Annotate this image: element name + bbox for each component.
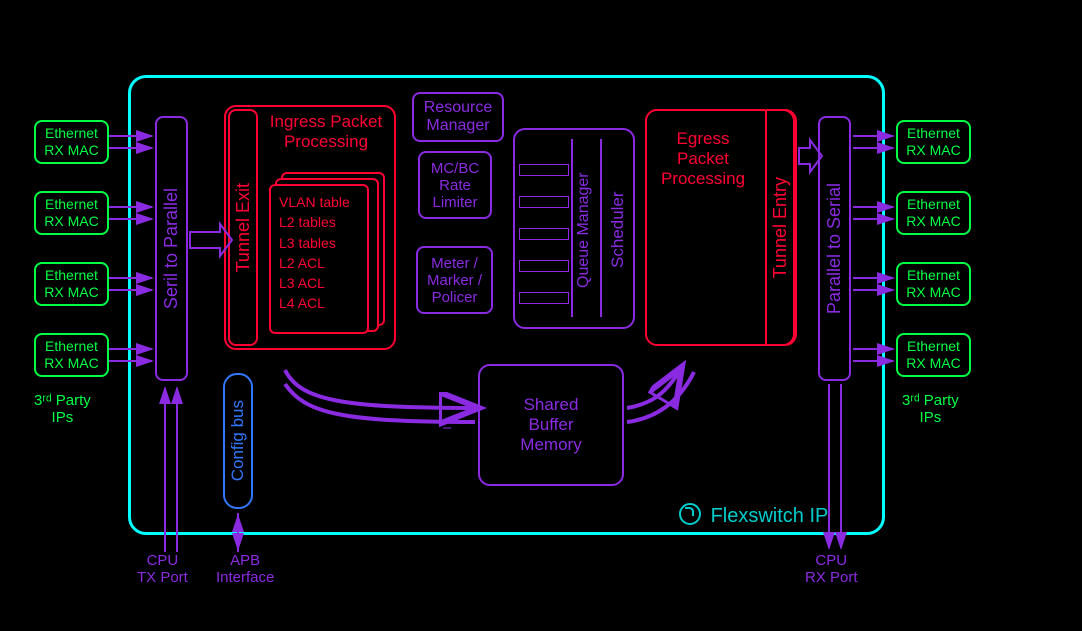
- ethernet-rx-mac-left-3: EthernetRX MAC: [34, 262, 109, 306]
- ingress-item: VLAN table: [279, 194, 350, 210]
- ethernet-rx-mac-left-2: EthernetRX MAC: [34, 191, 109, 235]
- queue-manager-label: Queue Manager: [575, 165, 593, 295]
- ingress-item: L3 ACL: [279, 275, 325, 291]
- cpu-rx-label: CPU RX Port: [805, 552, 858, 586]
- tunnel-entry: Tunnel Entry: [765, 109, 795, 346]
- ethernet-rx-mac-right-1: EthernetRX MAC: [896, 120, 971, 164]
- brand-icon: [679, 503, 701, 525]
- queue-bar: [519, 292, 569, 304]
- ingress-title: Ingress Packet Processing: [256, 112, 396, 152]
- shared-buffer-memory: Shared Buffer Memory: [478, 364, 624, 486]
- queue-bar: [519, 228, 569, 240]
- third-party-right: 3ʳᵈ Party IPs: [902, 392, 959, 426]
- serial-to-parallel: Seril to Parallel: [155, 116, 188, 381]
- ingress-item: L4 ACL: [279, 295, 325, 311]
- meter-marker-policer: Meter / Marker / Policer: [416, 246, 493, 314]
- ingress-item: L2 ACL: [279, 255, 325, 271]
- resource-manager: Resource Manager: [412, 92, 504, 142]
- brand-label: Flexswitch IP: [679, 503, 828, 528]
- ethernet-rx-mac-right-2: EthernetRX MAC: [896, 191, 971, 235]
- apb-label: APB Interface: [216, 552, 274, 586]
- ethernet-rx-mac-right-3: EthernetRX MAC: [896, 262, 971, 306]
- ethernet-rx-mac-right-4: EthernetRX MAC: [896, 333, 971, 377]
- queue-bar: [519, 164, 569, 176]
- ethernet-rx-mac-left-1: EthernetRX MAC: [34, 120, 109, 164]
- third-party-left: 3ʳᵈ Party IPs: [34, 392, 91, 426]
- mac-l1: Ethernet: [45, 125, 98, 141]
- scheduler-label: Scheduler: [608, 180, 628, 280]
- ingress-item: L3 tables: [279, 235, 336, 251]
- ethernet-rx-mac-left-4: EthernetRX MAC: [34, 333, 109, 377]
- divider: [571, 139, 573, 317]
- dash: –: [443, 419, 451, 436]
- config-bus: Config bus: [223, 373, 253, 509]
- mcbc-rate-limiter: MC/BC Rate Limiter: [418, 151, 492, 219]
- queue-bar: [519, 260, 569, 272]
- cpu-tx-label: CPU TX Port: [137, 552, 188, 586]
- divider: [600, 139, 602, 317]
- queue-bar: [519, 196, 569, 208]
- mac-l2: RX MAC: [44, 142, 98, 158]
- ingress-item: L2 tables: [279, 214, 336, 230]
- parallel-to-serial: Parallel to Serial: [818, 116, 851, 381]
